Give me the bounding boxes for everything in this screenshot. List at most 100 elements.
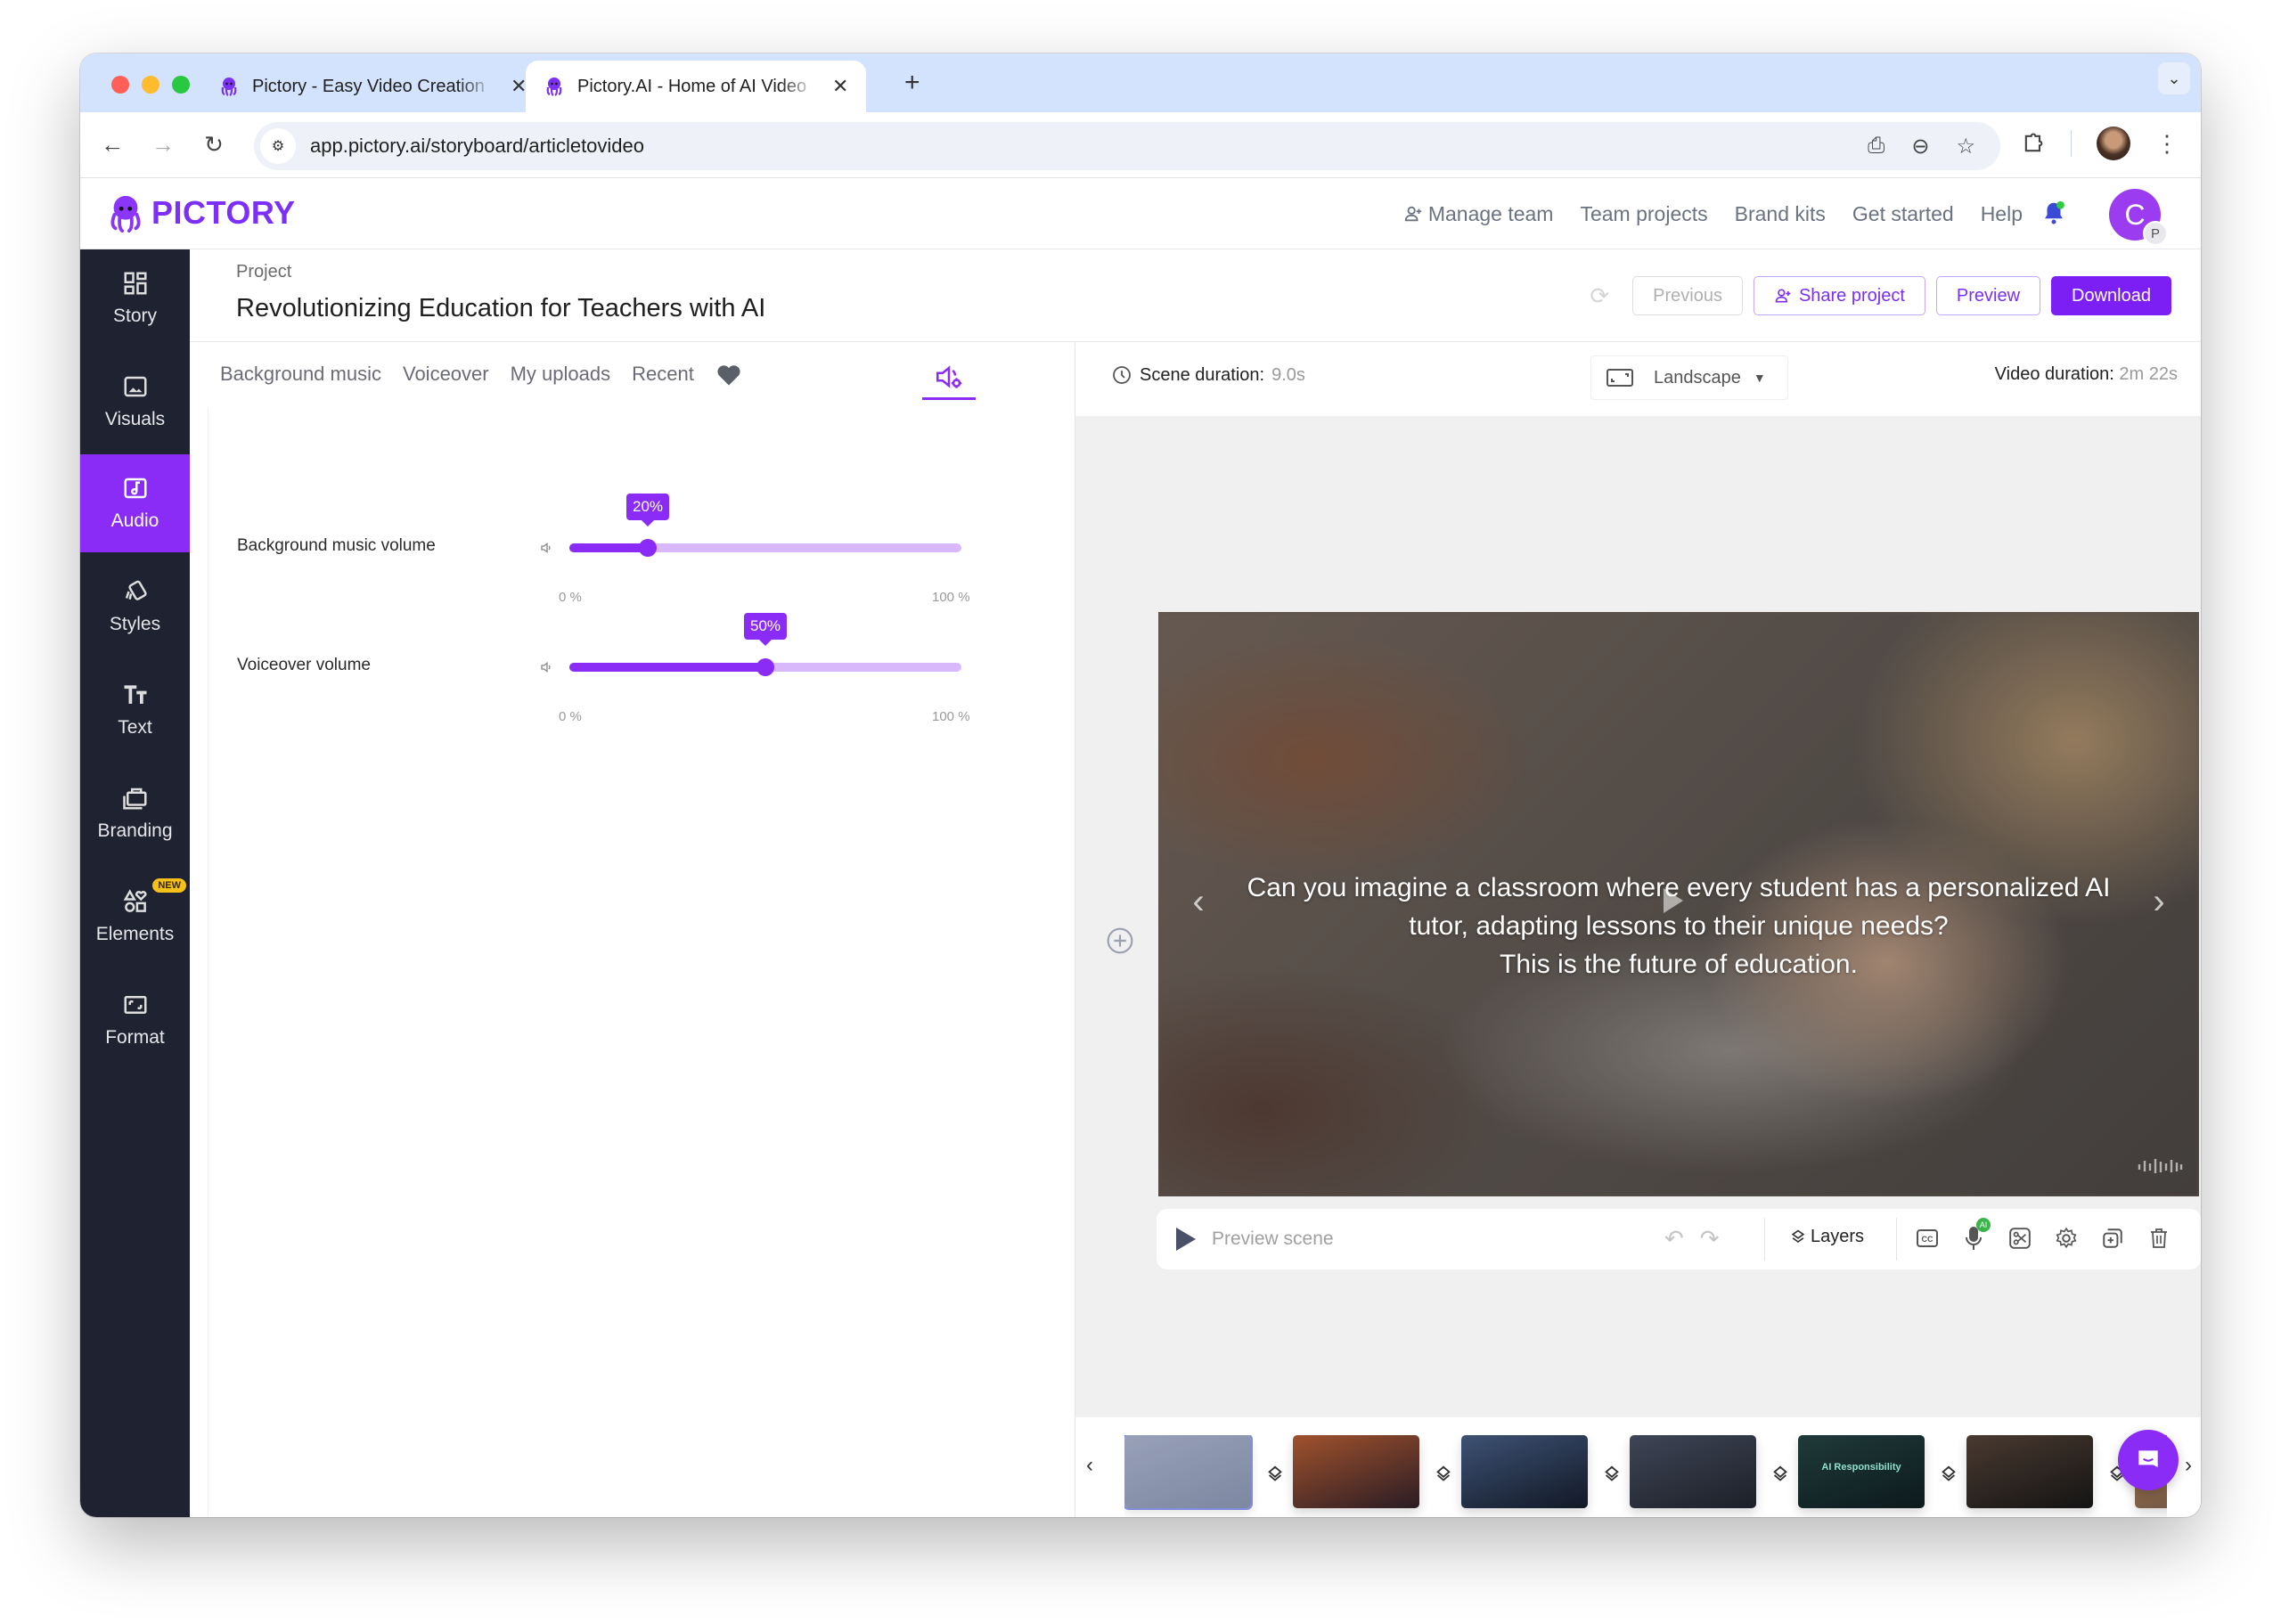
- close-tab-icon[interactable]: ✕: [832, 75, 848, 98]
- tab-voiceover[interactable]: Voiceover: [403, 363, 489, 386]
- back-button[interactable]: ←: [96, 128, 128, 160]
- tab-audio-settings[interactable]: [922, 355, 976, 400]
- scene-thumbnail-image[interactable]: [1461, 1435, 1588, 1508]
- extensions-icon[interactable]: [2021, 131, 2046, 156]
- play-icon[interactable]: [1176, 1228, 1196, 1251]
- browser-tab-active[interactable]: Pictory.AI - Home of AI Video ✕: [526, 61, 867, 112]
- sidebar-item-format[interactable]: Format: [80, 971, 190, 1069]
- strip-scroll-left-icon[interactable]: ‹: [1086, 1453, 1093, 1478]
- transition-layers-button[interactable]: [1765, 1459, 1795, 1489]
- new-tab-button[interactable]: +: [904, 68, 920, 98]
- tab-my-uploads[interactable]: My uploads: [511, 363, 611, 386]
- orientation-dropdown[interactable]: Landscape ▼: [1590, 355, 1788, 400]
- prev-scene-arrow[interactable]: ‹: [1176, 879, 1221, 924]
- scene-thumbnail-image[interactable]: [1293, 1435, 1419, 1508]
- address-bar[interactable]: ⚙ app.pictory.ai/storyboard/articletovid…: [254, 122, 2000, 170]
- scene-thumbnail[interactable]: Scene 4: [1630, 1435, 1756, 1517]
- toolbar-divider: [2071, 130, 2072, 157]
- install-app-icon[interactable]: ⎙: [1868, 134, 1884, 159]
- favorites-heart-icon[interactable]: [715, 362, 742, 387]
- sidebar-item-elements[interactable]: Elements NEW: [80, 868, 190, 966]
- split-scene-button[interactable]: [2007, 1223, 2033, 1253]
- sidebar-item-visuals[interactable]: Visuals: [80, 353, 190, 451]
- add-scene-before-icon[interactable]: [1106, 926, 1134, 955]
- tab-recent[interactable]: Recent: [632, 363, 694, 386]
- ai-voice-button[interactable]: AI: [1960, 1218, 1991, 1253]
- scene-thumbnail[interactable]: Scene 2: [1293, 1435, 1419, 1517]
- gear-icon: [2056, 1227, 2077, 1249]
- close-window-button[interactable]: [111, 76, 129, 94]
- transition-layers-button[interactable]: [1260, 1459, 1290, 1489]
- profile-avatar[interactable]: [2097, 126, 2130, 160]
- project-title[interactable]: Revolutionizing Education for Teachers w…: [236, 294, 789, 323]
- scene-preview-canvas[interactable]: Can you imagine a classroom where every …: [1158, 612, 2199, 1196]
- sidebar-item-text[interactable]: Text: [80, 661, 190, 759]
- scene-settings-button[interactable]: [2053, 1223, 2080, 1253]
- speaker-icon: [541, 661, 551, 673]
- speaker-settings-icon: [936, 364, 962, 388]
- tab-search-chevron-icon[interactable]: ⌄: [2158, 62, 2190, 94]
- site-settings-icon[interactable]: ⚙: [260, 128, 296, 164]
- sidebar-item-story[interactable]: Story: [80, 249, 190, 347]
- play-overlay-icon[interactable]: [1664, 888, 1683, 913]
- help-link[interactable]: Help: [1981, 202, 2023, 226]
- voiceover-volume-slider[interactable]: 50%: [569, 613, 961, 676]
- share-project-button[interactable]: Share project: [1753, 276, 1925, 315]
- user-avatar[interactable]: C P: [2109, 189, 2168, 246]
- close-tab-icon[interactable]: ✕: [511, 75, 527, 98]
- redo-icon[interactable]: ↷: [1700, 1225, 1720, 1253]
- strip-scroll-right-icon[interactable]: ›: [2185, 1453, 2192, 1478]
- preview-scene-button[interactable]: Preview scene: [1212, 1228, 1334, 1250]
- undo-icon[interactable]: ↶: [1664, 1225, 1684, 1253]
- transition-layers-button[interactable]: [1934, 1459, 1964, 1489]
- next-scene-arrow[interactable]: ›: [2137, 879, 2181, 924]
- sidebar-item-styles[interactable]: Styles: [80, 558, 190, 656]
- forward-button[interactable]: →: [147, 128, 179, 160]
- audio-tabs: Background music Voiceover My uploads Re…: [220, 343, 742, 405]
- sidebar-item-branding[interactable]: Branding: [80, 764, 190, 862]
- delete-scene-button[interactable]: [2146, 1223, 2172, 1253]
- manage-team-link[interactable]: Manage team: [1403, 202, 1553, 226]
- notification-bell-icon[interactable]: [2040, 200, 2067, 226]
- pictory-logo[interactable]: PICTORY: [105, 192, 296, 233]
- scene-thumbnail-image[interactable]: [1630, 1435, 1756, 1508]
- scene-thumbnail-image[interactable]: [1966, 1435, 2093, 1508]
- scene-thumbnail[interactable]: AI ResponsibilityScene 5: [1798, 1435, 1925, 1517]
- preview-button[interactable]: Preview: [1935, 276, 2041, 315]
- layers-button[interactable]: Layers: [1789, 1227, 1864, 1247]
- url-text[interactable]: app.pictory.ai/storyboard/articletovideo: [310, 135, 644, 158]
- reload-button[interactable]: ↻: [198, 128, 230, 160]
- maximize-window-button[interactable]: [172, 76, 190, 94]
- previous-button[interactable]: Previous: [1632, 276, 1743, 315]
- scene-thumbnail-image[interactable]: AI Responsibility: [1798, 1435, 1925, 1508]
- get-started-link[interactable]: Get started: [1852, 202, 1954, 226]
- captions-cc-button[interactable]: CC: [1914, 1223, 1941, 1253]
- browser-tab[interactable]: Pictory - Easy Video Creation ✕: [200, 61, 544, 112]
- divider: [1896, 1218, 1897, 1261]
- browser-menu-icon[interactable]: ⋮: [2155, 130, 2179, 158]
- scene-thumbnail[interactable]: Scene 3: [1461, 1435, 1588, 1517]
- zoom-icon[interactable]: ⊖: [1911, 134, 1929, 159]
- slider-handle[interactable]: [639, 539, 657, 557]
- team-projects-link[interactable]: Team projects: [1580, 202, 1707, 226]
- tab-background-music[interactable]: Background music: [220, 363, 381, 386]
- bg-music-volume-slider[interactable]: 20%: [569, 494, 961, 557]
- scene-thumbnail[interactable]: Scene 6: [1966, 1435, 2093, 1517]
- bookmark-star-icon[interactable]: ☆: [1956, 134, 1975, 159]
- minimize-window-button[interactable]: [142, 76, 159, 94]
- scene-thumbnail-image[interactable]: [1124, 1435, 1253, 1510]
- scene-thumbnail[interactable]: Scene 1: [1124, 1435, 1253, 1517]
- scene-caption[interactable]: Can you imagine a classroom where every …: [1158, 869, 2199, 983]
- support-chat-button[interactable]: [2118, 1430, 2179, 1490]
- brand-kits-link[interactable]: Brand kits: [1735, 202, 1826, 226]
- sidebar-label: Elements: [95, 924, 175, 944]
- video-duration-label: Video duration:: [1994, 364, 2114, 384]
- transition-layers-button[interactable]: [1597, 1459, 1627, 1489]
- download-button[interactable]: Download: [2051, 276, 2171, 315]
- brand-name: PICTORY: [151, 194, 296, 231]
- transition-layers-button[interactable]: [1428, 1459, 1459, 1489]
- duplicate-scene-button[interactable]: [2099, 1223, 2126, 1253]
- sidebar-item-audio[interactable]: Audio: [80, 454, 190, 552]
- slider-handle[interactable]: [756, 658, 774, 676]
- layers-label: Layers: [1811, 1227, 1865, 1246]
